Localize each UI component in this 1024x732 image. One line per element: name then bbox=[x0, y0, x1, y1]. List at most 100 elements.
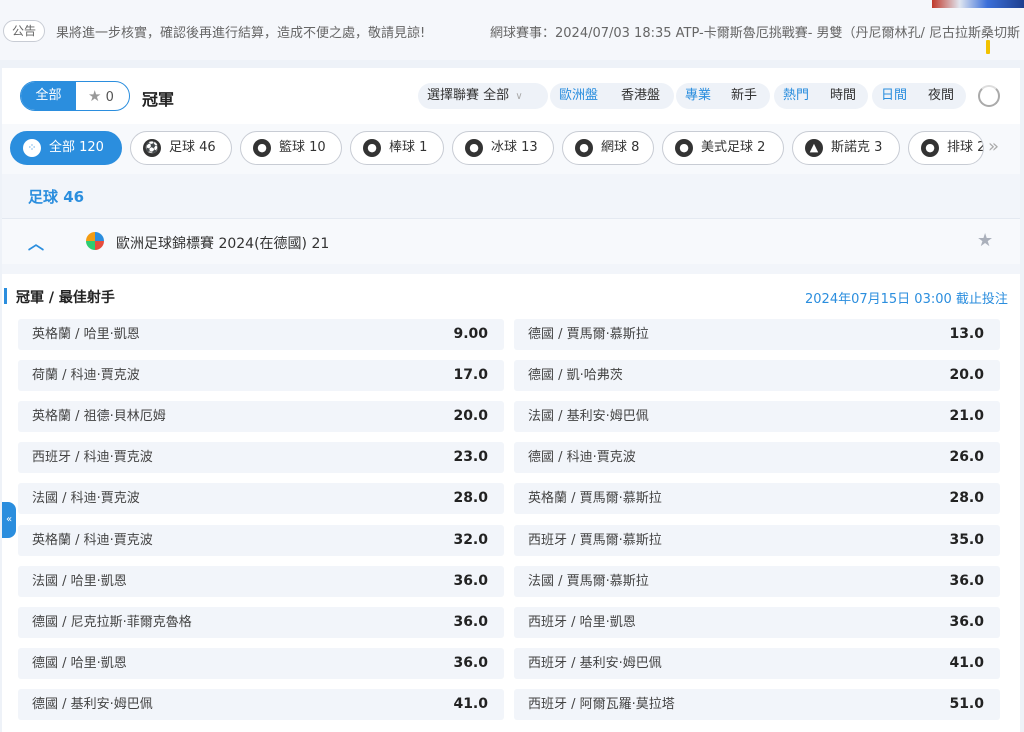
sport-chip-label: 斯諾克 3 bbox=[831, 140, 883, 155]
odds-option[interactable]: 法國 / 哈里·凱恩 36.0 bbox=[18, 565, 504, 597]
odds-value: 20.0 bbox=[949, 367, 984, 384]
hockey-puck-icon: ● bbox=[465, 139, 483, 157]
odds-value: 21.0 bbox=[949, 408, 984, 425]
sport-chip-basketball[interactable]: ● 籃球 10 bbox=[240, 131, 342, 165]
odds-option[interactable]: 法國 / 賈馬爾·慕斯拉 36.0 bbox=[514, 565, 1000, 597]
sport-chip-snooker[interactable]: ▲ 斯諾克 3 bbox=[792, 131, 900, 165]
snooker-balls-icon: ▲ bbox=[805, 139, 823, 157]
odds-option[interactable]: 德國 / 尼克拉斯·菲爾克魯格 36.0 bbox=[18, 606, 504, 638]
league-row[interactable]: ︿ 歐洲足球錦標賽 2024(在德國) 21 ★ bbox=[2, 218, 1020, 264]
selection-name: 西班牙 / 科迪·賈克波 bbox=[32, 450, 153, 466]
odds-option[interactable]: 德國 / 凱·哈弗茨 20.0 bbox=[514, 360, 1000, 392]
selection-name: 西班牙 / 阿爾瓦羅·莫拉塔 bbox=[528, 696, 675, 712]
section-title: 足球 46 bbox=[28, 188, 85, 206]
mode-novice-option[interactable]: 新手 bbox=[731, 83, 757, 109]
odds-option[interactable]: 西班牙 / 阿爾瓦羅·莫拉塔 51.0 bbox=[514, 688, 1000, 720]
odds-option[interactable]: 西班牙 / 基利安·姆巴佩 41.0 bbox=[514, 647, 1000, 679]
odds-value: 17.0 bbox=[453, 367, 488, 384]
selection-name: 法國 / 科迪·賈克波 bbox=[32, 491, 140, 507]
chevron-up-icon[interactable]: ︿ bbox=[28, 230, 44, 254]
theme-night-option[interactable]: 夜間 bbox=[928, 83, 954, 109]
selection-name: 德國 / 基利安·姆巴佩 bbox=[32, 696, 153, 712]
main-panel: 全部 ★ 0 冠軍 選擇聯賽 全部 ∨ 歐洲盤 香港盤 專業 新手 熱門 時間 … bbox=[2, 68, 1020, 732]
sport-chip-label: 排球 2 bbox=[947, 140, 984, 155]
refresh-icon[interactable] bbox=[978, 85, 1000, 107]
selection-name: 西班牙 / 賈馬爾·慕斯拉 bbox=[528, 532, 662, 548]
selection-name: 法國 / 賈馬爾·慕斯拉 bbox=[528, 573, 649, 589]
odds-value: 32.0 bbox=[453, 531, 488, 548]
bet-deadline: 2024年07月15日 03:00 截止投注 bbox=[805, 292, 1008, 307]
sport-chip-baseball[interactable]: ● 棒球 1 bbox=[350, 131, 444, 165]
league-filter-value: 全部 bbox=[483, 88, 510, 103]
sport-chip-american-football[interactable]: ● 美式足球 2 bbox=[662, 131, 784, 165]
star-icon: ★ bbox=[88, 87, 102, 105]
odds-value: 20.0 bbox=[453, 408, 488, 425]
market-accent-bar bbox=[4, 288, 7, 304]
odds-option[interactable]: 西班牙 / 賈馬爾·慕斯拉 35.0 bbox=[514, 524, 1000, 556]
odds-value: 36.0 bbox=[453, 613, 488, 630]
favorites-count: 0 bbox=[105, 90, 114, 105]
odds-option[interactable]: 德國 / 賈馬爾·慕斯拉 13.0 bbox=[514, 319, 1000, 350]
odds-option[interactable]: 英格蘭 / 哈里·凱恩 9.00 bbox=[18, 319, 504, 350]
all-button[interactable]: 全部 bbox=[21, 82, 76, 110]
all-favorite-toggle: 全部 ★ 0 bbox=[20, 81, 130, 111]
odds-hk-option[interactable]: 香港盤 bbox=[621, 83, 660, 109]
selection-name: 英格蘭 / 祖德·貝林厄姆 bbox=[32, 409, 166, 425]
selection-name: 德國 / 哈里·凱恩 bbox=[32, 655, 127, 671]
odds-format-toggle: 歐洲盤 香港盤 bbox=[550, 83, 674, 109]
odds-value: 9.00 bbox=[453, 326, 488, 342]
theme-day-option[interactable]: 日間 bbox=[881, 83, 907, 109]
sport-filter-bar: ⁘ 全部 120 ⚽ 足球 46 ● 籃球 10 ● 棒球 1 ● 冰球 13 … bbox=[2, 124, 1020, 174]
odds-option[interactable]: 德國 / 哈里·凱恩 36.0 bbox=[18, 647, 504, 679]
odds-value: 41.0 bbox=[453, 695, 488, 712]
odds-option[interactable]: 英格蘭 / 祖德·貝林厄姆 20.0 bbox=[18, 401, 504, 433]
odds-option[interactable]: 法國 / 科迪·賈克波 28.0 bbox=[18, 483, 504, 515]
odds-option[interactable]: 英格蘭 / 科迪·賈克波 32.0 bbox=[18, 524, 504, 556]
favorites-button[interactable]: ★ 0 bbox=[76, 82, 129, 110]
odds-euro-option[interactable]: 歐洲盤 bbox=[559, 83, 598, 109]
odds-option[interactable]: 英格蘭 / 賈馬爾·慕斯拉 28.0 bbox=[514, 483, 1000, 515]
toolbar: 全部 ★ 0 冠軍 選擇聯賽 全部 ∨ 歐洲盤 香港盤 專業 新手 熱門 時間 … bbox=[2, 68, 1020, 124]
market-header: 冠軍 / 最佳射手 2024年07月15日 03:00 截止投注 bbox=[2, 274, 1020, 314]
odds-value: 36.0 bbox=[949, 572, 984, 589]
odds-option[interactable]: 西班牙 / 哈里·凱恩 36.0 bbox=[514, 606, 1000, 638]
volleyball-icon: ● bbox=[921, 139, 939, 157]
odds-option[interactable]: 法國 / 基利安·姆巴佩 21.0 bbox=[514, 401, 1000, 433]
notice-text: 果將進一步核實，確認後再進行結算，造成不便之處，敬請見諒! bbox=[56, 26, 426, 41]
selection-name: 德國 / 科迪·賈克波 bbox=[528, 450, 636, 466]
odds-option[interactable]: 德國 / 科迪·賈克波 26.0 bbox=[514, 442, 1000, 474]
sort-time-option[interactable]: 時間 bbox=[830, 83, 856, 109]
basketball-icon: ● bbox=[253, 139, 271, 157]
favorite-star-icon[interactable]: ★ bbox=[977, 230, 993, 251]
soccer-ball-icon: ⚽ bbox=[143, 139, 161, 157]
notice-tag: 公告 bbox=[3, 20, 45, 42]
selection-name: 法國 / 哈里·凱恩 bbox=[32, 573, 127, 589]
sport-chip-all[interactable]: ⁘ 全部 120 bbox=[10, 131, 122, 165]
chevron-right-double-icon[interactable]: » bbox=[988, 136, 999, 157]
expand-sidebar-icon[interactable]: « bbox=[2, 502, 16, 538]
odds-option[interactable]: 西班牙 / 科迪·賈克波 23.0 bbox=[18, 442, 504, 474]
sport-chip-label: 全部 120 bbox=[49, 140, 104, 155]
odds-value: 41.0 bbox=[949, 654, 984, 671]
notice-bar: 公告 果將進一步核實，確認後再進行結算，造成不便之處，敬請見諒! 網球賽事：20… bbox=[0, 0, 1024, 60]
odds-option[interactable]: 荷蘭 / 科迪·賈克波 17.0 bbox=[18, 360, 504, 392]
league-filter-label: 選擇聯賽 bbox=[427, 88, 480, 103]
promo-thumbnail[interactable] bbox=[932, 0, 1024, 8]
sport-chip-tennis[interactable]: ● 網球 8 bbox=[562, 131, 654, 165]
euro-2024-logo bbox=[86, 232, 104, 250]
sport-chip-hockey[interactable]: ● 冰球 13 bbox=[452, 131, 554, 165]
mode-pro-option[interactable]: 專業 bbox=[685, 83, 711, 109]
sport-chip-label: 足球 46 bbox=[169, 140, 216, 155]
sort-hot-option[interactable]: 熱門 bbox=[783, 83, 809, 109]
sport-chip-soccer[interactable]: ⚽ 足球 46 bbox=[130, 131, 232, 165]
selection-name: 英格蘭 / 科迪·賈克波 bbox=[32, 532, 153, 548]
odds-value: 28.0 bbox=[453, 490, 488, 507]
sport-chip-volleyball[interactable]: ● 排球 2 bbox=[908, 131, 984, 165]
sport-chip-label: 籃球 10 bbox=[279, 140, 326, 155]
odds-value: 13.0 bbox=[949, 326, 984, 342]
league-name: 歐洲足球錦標賽 2024(在德國) 21 bbox=[116, 236, 330, 252]
baseball-icon: ● bbox=[363, 139, 381, 157]
league-filter-select[interactable]: 選擇聯賽 全部 ∨ bbox=[418, 83, 548, 109]
selection-name: 西班牙 / 哈里·凱恩 bbox=[528, 614, 636, 630]
odds-option[interactable]: 德國 / 基利安·姆巴佩 41.0 bbox=[18, 688, 504, 720]
